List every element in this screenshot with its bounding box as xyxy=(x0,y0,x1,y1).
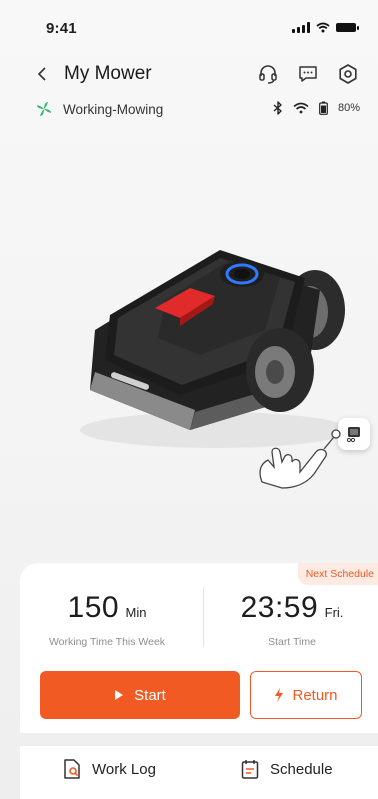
mower-image xyxy=(80,250,350,448)
mowing-status: Working-Mowing xyxy=(35,100,163,118)
status-icons xyxy=(292,22,359,33)
work-log-tab[interactable]: Work Log xyxy=(62,758,156,780)
messages-button[interactable] xyxy=(296,62,320,86)
battery-level: 80% xyxy=(337,102,360,114)
return-button[interactable]: Return xyxy=(250,671,362,719)
mower-screen: 9:41 My Mower Working-Mowing 80% Next Sc… xyxy=(0,0,378,799)
weekly-working-time-unit: Min xyxy=(125,605,147,620)
chevron-left-icon xyxy=(37,67,46,81)
battery-icon xyxy=(336,23,359,32)
settings-button[interactable] xyxy=(336,62,360,86)
document-search-icon xyxy=(64,759,80,779)
page-title: My Mower xyxy=(64,63,152,84)
work-log-label: Work Log xyxy=(92,760,156,778)
start-button[interactable]: Start xyxy=(40,671,240,719)
bottom-navigation: Work Log Schedule xyxy=(20,745,378,799)
schedule-label: Schedule xyxy=(270,760,333,778)
mower-state-row: Working-Mowing 80% xyxy=(0,98,378,122)
support-button[interactable] xyxy=(256,62,280,86)
connection-status: 80% xyxy=(273,101,360,115)
play-icon xyxy=(115,690,124,700)
status-time: 9:41 xyxy=(46,20,77,37)
headset-icon xyxy=(259,65,277,84)
start-time-value: 23:59 xyxy=(240,591,319,624)
weekly-working-time-label: Working Time This Week xyxy=(48,636,166,648)
status-bar: 9:41 xyxy=(0,0,378,52)
weekly-working-time-value: 150 xyxy=(67,591,120,624)
start-time-label: Start Time xyxy=(268,636,316,648)
schedule-card: Next Schedule 150 Min Working Time This … xyxy=(20,563,378,733)
schedule-tab[interactable]: Schedule xyxy=(240,758,333,780)
cellular-signal-icon xyxy=(292,22,310,33)
gear-icon xyxy=(339,64,357,84)
status-text: Working-Mowing xyxy=(63,101,164,117)
wifi-icon xyxy=(293,102,309,114)
calendar-icon xyxy=(241,760,259,779)
screen-icon xyxy=(346,427,360,443)
bluetooth-icon xyxy=(273,101,282,115)
wifi-icon xyxy=(316,22,330,33)
message-icon xyxy=(299,66,317,82)
next-start-time: 23:59 Fri. Start Time xyxy=(206,591,378,648)
next-schedule-badge: Next Schedule xyxy=(297,563,378,585)
pointing-hand-icon xyxy=(259,429,341,489)
header: My Mower xyxy=(0,58,378,94)
stat-divider xyxy=(203,587,204,647)
mower-illustration-area xyxy=(0,150,378,550)
header-actions xyxy=(256,62,360,86)
battery-icon xyxy=(319,101,328,115)
start-button-label: Start xyxy=(134,686,166,704)
start-time-day: Fri. xyxy=(324,605,344,620)
fan-blade-icon xyxy=(37,102,51,116)
return-button-label: Return xyxy=(292,686,338,704)
lightning-icon xyxy=(275,688,284,702)
back-button[interactable] xyxy=(32,62,52,86)
weekly-working-time: 150 Min Working Time This Week xyxy=(22,591,192,648)
